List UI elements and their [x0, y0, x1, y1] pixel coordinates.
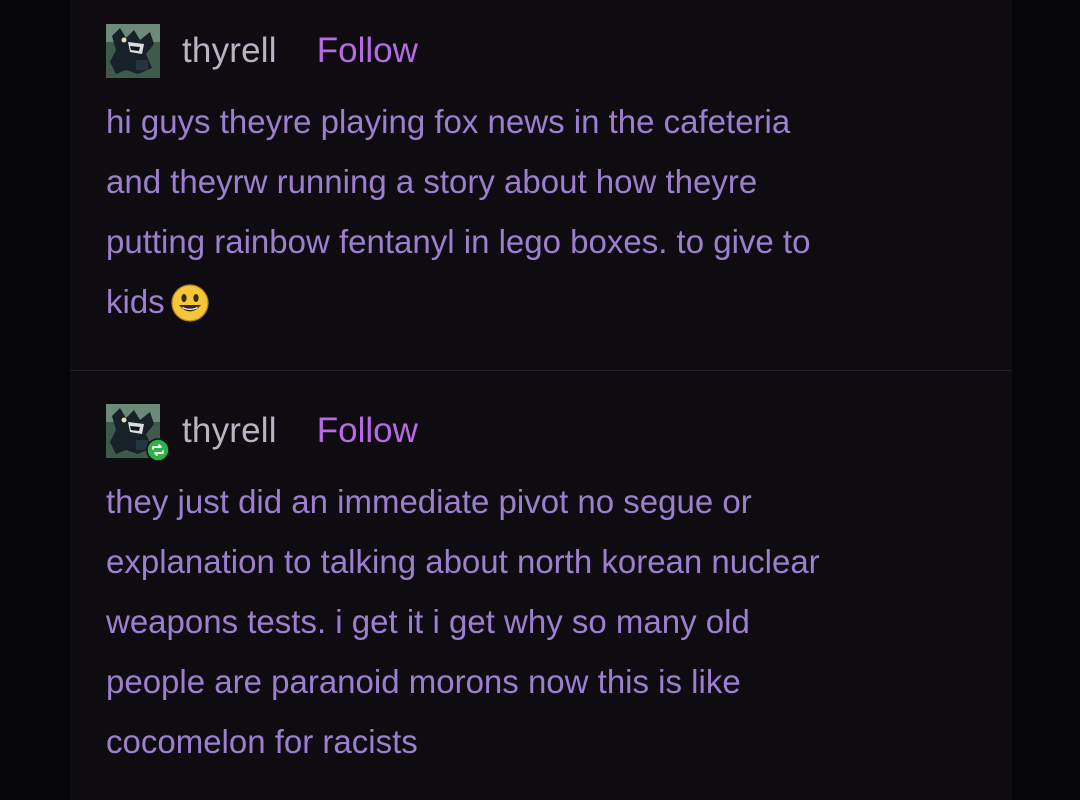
post-line: and theyrw running a story about how the…: [106, 163, 758, 200]
post-divider: [70, 370, 1012, 371]
post-line: weapons tests. i get it i get why so man…: [106, 603, 750, 640]
post-line: cocomelon for racists: [106, 723, 418, 760]
follow-button[interactable]: Follow: [317, 411, 418, 451]
monster-avatar-icon: [106, 24, 160, 78]
avatar[interactable]: [106, 404, 170, 462]
post-body: hi guys theyre playing fox news in the c…: [106, 92, 986, 332]
post-reblog: thyrell Follow they just did an immediat…: [106, 404, 986, 772]
post-original: thyrell Follow hi guys theyre playing fo…: [106, 24, 986, 332]
post-header: thyrell Follow: [106, 404, 986, 462]
smiley-emoji-icon: [171, 284, 209, 322]
username[interactable]: thyrell: [182, 411, 277, 451]
post-panel: thyrell Follow hi guys theyre playing fo…: [70, 0, 1012, 800]
screenshot: thyrell Follow hi guys theyre playing fo…: [0, 0, 1080, 800]
reblog-icon: [146, 438, 170, 462]
post-line: hi guys theyre playing fox news in the c…: [106, 103, 791, 140]
post-line: people are paranoid morons now this is l…: [106, 663, 741, 700]
post-line: putting rainbow fentanyl in lego boxes. …: [106, 223, 811, 260]
post-body: they just did an immediate pivot no segu…: [106, 472, 986, 772]
post-line: kids: [106, 283, 165, 320]
post-line: explanation to talking about north korea…: [106, 543, 820, 580]
avatar[interactable]: [106, 24, 160, 78]
post-line: they just did an immediate pivot no segu…: [106, 483, 752, 520]
post-header: thyrell Follow: [106, 24, 986, 78]
follow-button[interactable]: Follow: [317, 31, 418, 71]
username[interactable]: thyrell: [182, 31, 277, 71]
